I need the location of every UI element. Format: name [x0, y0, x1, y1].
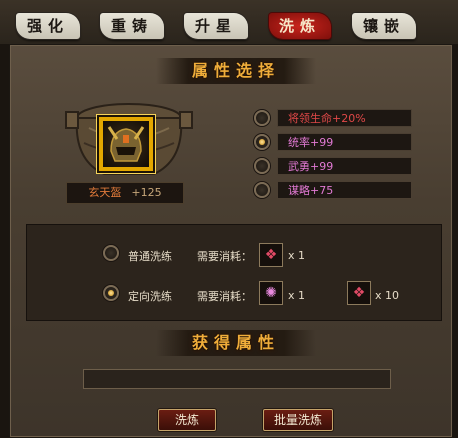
normal-refine-radio[interactable] [103, 245, 119, 261]
tab-recast[interactable]: 重铸 [100, 13, 164, 39]
directed-cost-label: 需要消耗： [197, 290, 252, 303]
equipment-slot[interactable] [97, 115, 155, 173]
attr-row-4: 谋略+75 [277, 181, 412, 199]
directed-refine-label: 定向洗练 [128, 290, 172, 303]
attr-radio-1[interactable] [254, 110, 270, 126]
item-level: +125 [131, 186, 162, 199]
orb-icon[interactable]: ✺ [259, 281, 283, 305]
refine-stone-icon[interactable]: ❖ [259, 243, 283, 267]
refine-button[interactable]: 洗炼 [158, 409, 216, 431]
tab-inlay[interactable]: 镶嵌 [352, 13, 416, 39]
tab-star-up[interactable]: 升星 [184, 13, 248, 39]
result-title: 获得属性 [156, 330, 316, 356]
normal-cost-label: 需要消耗： [197, 250, 252, 263]
result-attr-bar [83, 369, 391, 389]
attr-row-1: 将领生命+20% [277, 109, 412, 127]
attr-select-title: 属性选择 [156, 58, 316, 84]
normal-refine-label: 普通洗练 [128, 250, 172, 263]
item-name-label: 玄天盔 +125 [66, 182, 184, 204]
tab-refine[interactable]: 洗炼 [269, 13, 331, 39]
refine-options-box [26, 224, 442, 321]
attr-row-2: 统率+99 [277, 133, 412, 151]
directed-cost-qty2: x 10 [375, 289, 400, 302]
directed-cost-qty1: x 1 [288, 289, 306, 302]
batch-refine-button[interactable]: 批量洗炼 [263, 409, 333, 431]
item-name: 玄天盔 [88, 186, 122, 199]
attr-row-3: 武勇+99 [277, 157, 412, 175]
refine-stone-icon-2[interactable]: ❖ [347, 281, 371, 305]
normal-cost-qty: x 1 [288, 249, 306, 262]
tab-strengthen[interactable]: 强化 [16, 13, 80, 39]
attr-radio-3[interactable] [254, 158, 270, 174]
attr-radio-2[interactable] [254, 134, 270, 150]
directed-refine-radio[interactable] [103, 285, 119, 301]
helmet-icon [107, 126, 145, 162]
attr-radio-4[interactable] [254, 182, 270, 198]
tab-bar: 强化 重铸 升星 洗炼 镶嵌 [0, 0, 458, 44]
